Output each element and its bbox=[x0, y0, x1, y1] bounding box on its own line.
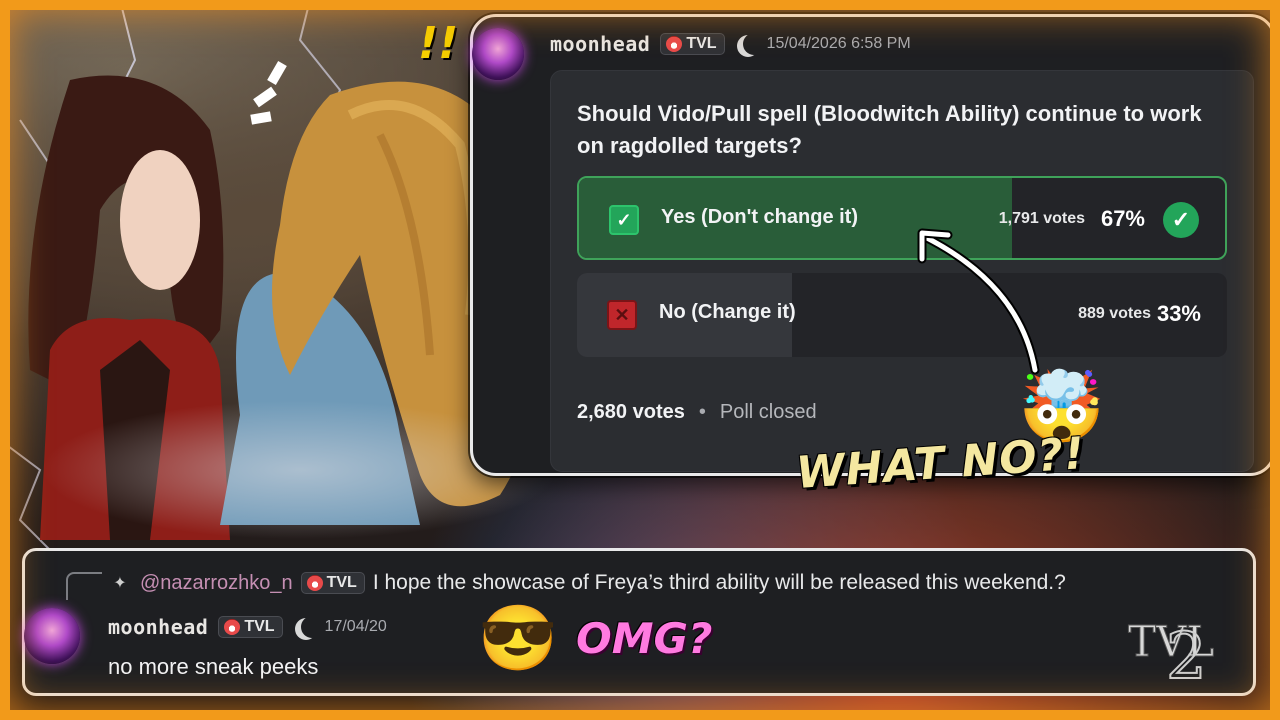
avatar[interactable] bbox=[24, 608, 80, 664]
poll-answer-percent: 33% bbox=[1156, 301, 1201, 326]
poll-answer-label: No (Change it) bbox=[659, 301, 796, 323]
avatar[interactable] bbox=[472, 28, 524, 80]
guild-tag[interactable]: TVL bbox=[300, 572, 365, 594]
message-header: moonhead TVL 17/04/20 bbox=[108, 612, 387, 642]
guild-tag-label: TVL bbox=[326, 574, 357, 591]
tvl-logo: TVL 2 bbox=[1128, 617, 1215, 689]
replied-message-preview[interactable]: ✦ @nazarrozhko_n TVL I hope the showcase… bbox=[108, 568, 1066, 598]
timestamp: 17/04/20 bbox=[324, 618, 387, 635]
svg-text:2: 2 bbox=[1166, 620, 1207, 688]
omg-caption: OMG? bbox=[576, 614, 713, 663]
poll-total-votes[interactable]: 2,680 votes bbox=[577, 401, 685, 424]
poll-status: Poll closed bbox=[719, 401, 817, 423]
poll-footer: 2,680 votes • Poll closed bbox=[577, 401, 817, 424]
moon-icon bbox=[301, 616, 323, 638]
poll-message-header: moonhead TVL 15/04/2026 6:58 PM bbox=[550, 30, 911, 58]
moon-icon bbox=[743, 33, 765, 55]
guild-tag-label: TVL bbox=[244, 618, 275, 635]
poll-answer-percent: 67% bbox=[1100, 206, 1145, 231]
guild-tag-label: TVL bbox=[686, 35, 717, 52]
mini-avatar: ✦ bbox=[113, 575, 127, 592]
poll-question: Should Vido/Pull spell (Bloodwitch Abili… bbox=[577, 101, 1202, 158]
guild-tag[interactable]: TVL bbox=[660, 33, 725, 55]
timestamp: 15/04/2026 6:58 PM bbox=[766, 35, 911, 52]
reply-connector-line bbox=[66, 572, 102, 600]
username[interactable]: moonhead bbox=[108, 615, 208, 639]
action-lines-decoration bbox=[250, 60, 287, 125]
exclamation-marks: !! bbox=[418, 18, 459, 69]
checkbox-cross-icon: ✕ bbox=[607, 300, 637, 330]
checkbox-check-icon: ✓ bbox=[609, 205, 639, 235]
guild-tag[interactable]: TVL bbox=[218, 616, 283, 638]
tag-badge-icon bbox=[224, 619, 241, 635]
sunglasses-emoji: 😎 bbox=[478, 602, 558, 674]
tag-badge-icon bbox=[306, 575, 323, 591]
poll-answer-votes: 889 votes bbox=[1078, 305, 1151, 322]
tag-badge-icon bbox=[666, 36, 683, 52]
replied-message-text: I hope the showcase of Freya’s third abi… bbox=[372, 571, 1066, 594]
mention-username[interactable]: @nazarrozhko_n bbox=[140, 572, 293, 595]
poll-answer-label: Yes (Don't change it) bbox=[661, 206, 859, 228]
username[interactable]: moonhead bbox=[550, 32, 650, 56]
selected-check-icon: ✓ bbox=[1163, 202, 1199, 238]
message-body: no more sneak peeks bbox=[108, 654, 319, 679]
separator-dot: • bbox=[698, 401, 706, 423]
